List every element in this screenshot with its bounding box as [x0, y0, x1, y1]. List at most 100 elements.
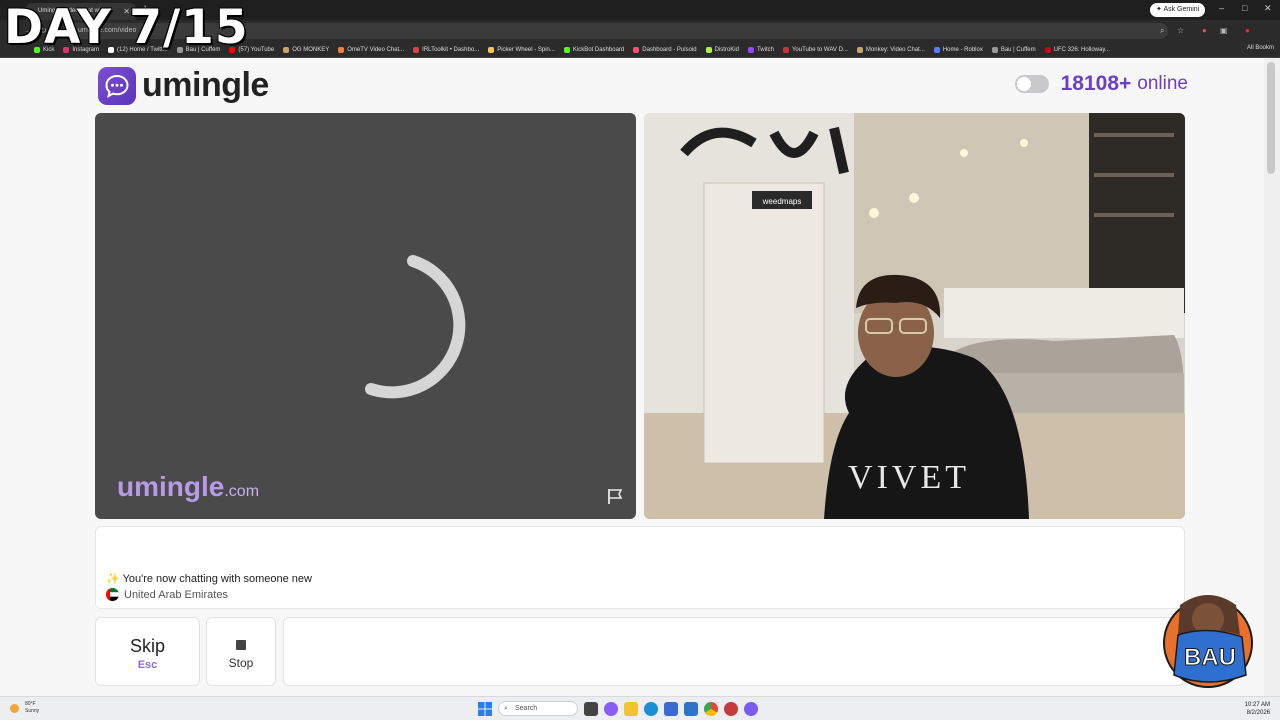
bookmark-item[interactable]: Monkey: Video Chat...: [856, 46, 925, 53]
bookmark-item[interactable]: DistroKid: [705, 46, 739, 53]
bookmark-favicon-icon: [991, 46, 998, 53]
bookmark-label: OG MONKEY: [292, 46, 330, 53]
bookmark-label: IRLToolkit • Dashbo...: [422, 46, 480, 53]
bookmark-item[interactable]: Twitch: [747, 46, 774, 53]
bookmark-label: UFC 326: Holloway...: [1053, 46, 1110, 53]
bookmark-item[interactable]: OmeTV Video Chat...: [338, 46, 405, 53]
umingle-watermark: umingle.com: [117, 471, 259, 503]
maximize-icon[interactable]: □: [1242, 3, 1247, 13]
watermark-suffix: .com: [224, 483, 260, 500]
task-view-icon[interactable]: [584, 701, 598, 716]
skip-label: Skip: [129, 636, 165, 656]
skip-button[interactable]: Skip Esc: [95, 617, 200, 686]
online-label: online: [1137, 73, 1188, 94]
bookmark-favicon-icon: [782, 46, 789, 53]
edge-icon[interactable]: [644, 701, 658, 716]
bookmark-favicon-icon: [283, 46, 290, 53]
weather-temp: 80°F: [25, 701, 36, 707]
file-explorer-icon[interactable]: [624, 701, 638, 716]
windows-start-icon[interactable]: [478, 701, 492, 716]
mascot-text: BAU: [1184, 644, 1236, 671]
bookmark-label: YouTube to WAV D...: [791, 46, 848, 53]
bookmark-label: Picker Wheel - Spin...: [497, 46, 555, 53]
bookmark-label: DistroKid: [714, 46, 739, 53]
store-icon[interactable]: [664, 701, 678, 716]
app3-icon[interactable]: [744, 701, 758, 716]
bookmark-item[interactable]: Dashboard - Pulsoid: [633, 46, 697, 53]
webcam-feed: weedmaps VIVET: [644, 113, 1185, 519]
profile-icon[interactable]: ●: [1245, 26, 1250, 35]
day-counter-overlay: DAY 7/15: [4, 0, 249, 55]
app-icon[interactable]: [684, 701, 698, 716]
online-count: 18108+: [1060, 72, 1132, 95]
screen: Umingle: Video Chat with S ✕ + ✦ Ask Gem…: [0, 0, 1280, 720]
chat-bubble-icon: [98, 66, 136, 105]
bookmark-star-icon[interactable]: ☆: [1177, 26, 1184, 35]
search-icon: ⌕: [504, 705, 508, 712]
stop-label: Stop: [228, 656, 254, 670]
bookmark-favicon-icon: [933, 46, 940, 53]
self-video: weedmaps VIVET: [644, 113, 1185, 519]
extensions-puzzle-icon[interactable]: ▣: [1220, 26, 1228, 35]
extension-icon[interactable]: ●: [1202, 26, 1207, 35]
system-clock[interactable]: 10:27 AM 8/2/2026: [1245, 701, 1270, 717]
app2-icon[interactable]: [724, 701, 738, 716]
theme-toggle[interactable]: [1014, 75, 1049, 93]
copilot-icon[interactable]: [604, 701, 618, 716]
taskbar-search[interactable]: ⌕ Search: [498, 701, 578, 716]
stop-button[interactable]: Stop: [206, 617, 276, 686]
stranger-video: umingle.com: [95, 113, 636, 519]
chrome-icon[interactable]: [704, 701, 718, 716]
all-bookmarks-button[interactable]: All Bookm: [1247, 45, 1274, 51]
bookmark-label: OmeTV Video Chat...: [347, 46, 405, 53]
weather-condition: Sunny: [25, 708, 40, 714]
minimize-icon[interactable]: –: [1219, 3, 1224, 13]
stop-icon: [236, 640, 246, 650]
country-name: United Arab Emirates: [124, 588, 228, 601]
chat-log: ✨ You're now chatting with someone new U…: [95, 526, 1185, 609]
bookmark-item[interactable]: KickBot Dashboard: [563, 46, 625, 53]
system-message-text: You're now chatting with someone new: [122, 573, 312, 585]
bookmark-favicon-icon: [1044, 46, 1051, 53]
bookmark-item[interactable]: Picker Wheel - Spin...: [488, 46, 555, 53]
uae-flag-icon: [106, 588, 119, 601]
logo-text: umingle: [142, 66, 269, 104]
clock-date: 8/2/2026: [1246, 710, 1270, 716]
ask-gemini-button[interactable]: ✦ Ask Gemini: [1150, 3, 1206, 17]
sun-icon: [10, 703, 19, 713]
bookmark-favicon-icon: [856, 46, 863, 53]
bookmark-favicon-icon: [338, 46, 345, 53]
umingle-logo[interactable]: umingle: [98, 66, 269, 105]
stranger-country: United Arab Emirates: [106, 588, 228, 601]
poster-sign: weedmaps: [762, 197, 802, 206]
bookmark-item[interactable]: YouTube to WAV D...: [782, 46, 848, 53]
bookmark-favicon-icon: [633, 46, 640, 53]
bookmark-label: Monkey: Video Chat...: [865, 46, 925, 53]
bookmark-favicon-icon: [563, 46, 570, 53]
bookmark-item[interactable]: IRLToolkit • Dashbo...: [413, 46, 480, 53]
bookmark-item[interactable]: OG MONKEY: [283, 46, 330, 53]
message-input[interactable]: [283, 617, 1185, 686]
watermark-main: umingle: [117, 471, 225, 502]
bookmark-item[interactable]: Home - Roblox: [933, 46, 983, 53]
taskbar-search-label: Search: [515, 705, 538, 712]
weather-widget[interactable]: 80°F Sunny: [10, 701, 39, 715]
svg-text:VIVET: VIVET: [848, 459, 970, 496]
clock-time: 10:27 AM: [1244, 702, 1270, 708]
bookmark-favicon-icon: [747, 46, 754, 53]
skip-shortcut: Esc: [137, 659, 158, 671]
page-scrollbar-thumb[interactable]: [1267, 62, 1275, 174]
bookmark-label: Bau | Cuffem: [1000, 46, 1036, 53]
bau-mascot-logo: BAU: [1163, 595, 1253, 688]
report-flag-icon[interactable]: [606, 487, 624, 505]
zoom-icon[interactable]: ⌕: [1160, 26, 1164, 36]
ask-gemini-label: Ask Gemini: [1163, 6, 1200, 13]
bookmark-favicon-icon: [488, 46, 495, 53]
loading-spinner-icon: [365, 255, 466, 399]
online-indicator: 18108+ online: [1014, 72, 1188, 96]
bookmark-label: Twitch: [756, 46, 774, 53]
close-window-icon[interactable]: ✕: [1264, 3, 1272, 14]
bookmark-label: KickBot Dashboard: [572, 46, 625, 53]
bookmark-item[interactable]: Bau | Cuffem: [991, 46, 1036, 53]
bookmark-item[interactable]: UFC 326: Holloway...: [1044, 46, 1110, 53]
